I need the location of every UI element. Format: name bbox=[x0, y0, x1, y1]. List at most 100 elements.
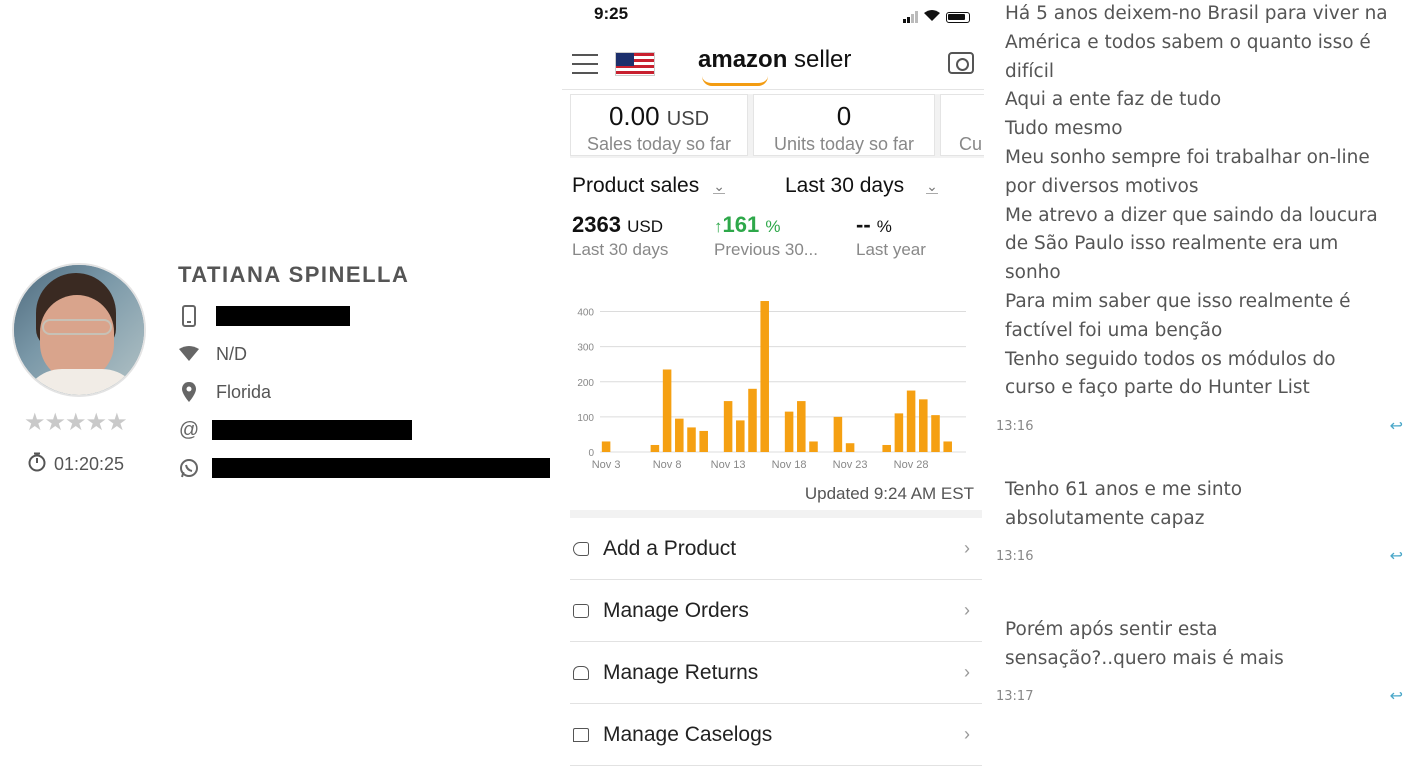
period-dropdown[interactable]: Last 30 days ⌄ bbox=[785, 174, 938, 198]
bar bbox=[699, 430, 708, 452]
call-duration: 01:20:25 bbox=[28, 452, 124, 477]
message-line: Tenho 61 anos e me sinto bbox=[1005, 479, 1243, 500]
message-line: factível foi uma benção bbox=[1005, 319, 1223, 341]
metric-value: 161 bbox=[722, 212, 760, 237]
status-icons bbox=[903, 8, 970, 26]
location-pin-icon bbox=[178, 381, 200, 403]
message-line: Para mim saber que isso realmente é bbox=[1005, 290, 1351, 312]
menu-item-add-product[interactable]: Add a Product › bbox=[570, 518, 982, 580]
message-timestamp: 13:17 bbox=[996, 689, 1034, 704]
third-card-label: Cu bbox=[959, 134, 983, 154]
bar bbox=[650, 444, 660, 452]
metric-label: Previous 30... bbox=[714, 240, 818, 259]
y-tick-label: 0 bbox=[588, 448, 594, 459]
menu-item-label: Manage Caselogs bbox=[603, 722, 773, 746]
reply-icon[interactable]: ↩ bbox=[1390, 686, 1403, 705]
menu-item-manage-orders[interactable]: Manage Orders › bbox=[570, 580, 982, 642]
y-tick-label: 400 bbox=[577, 308, 594, 319]
menu-item-manage-caselogs[interactable]: Manage Caselogs › bbox=[570, 704, 982, 766]
trend-up-icon: ↑ bbox=[714, 217, 723, 236]
x-tick-label: Nov 3 bbox=[592, 459, 621, 471]
chevron-right-icon: › bbox=[964, 724, 970, 744]
us-flag-icon[interactable] bbox=[615, 52, 655, 76]
chat-message-1: Há 5 anos deixem-no Brasil para viver na… bbox=[1005, 0, 1405, 403]
logo-suffix: seller bbox=[787, 46, 852, 73]
x-tick-label: Nov 8 bbox=[653, 459, 682, 471]
bar bbox=[662, 369, 672, 452]
reply-icon[interactable]: ↩ bbox=[1390, 416, 1403, 435]
message-line: absolutamente capaz bbox=[1005, 507, 1205, 529]
sales-today-value: 0.00 bbox=[608, 101, 660, 131]
whatsapp-row bbox=[178, 456, 550, 480]
message-line: Aqui a ente faz de tudo bbox=[1005, 89, 1222, 111]
sales-today-label: Sales today so far bbox=[586, 134, 732, 154]
bar bbox=[882, 444, 891, 452]
amazon-smile-icon bbox=[702, 76, 768, 86]
chat-message-3: Porém após sentir esta sensação?..quero … bbox=[1005, 616, 1405, 674]
signal-icon bbox=[903, 11, 918, 23]
sales-bar-chart[interactable]: 0 100 200 300 400 Nov 3 Nov 8 Nov 13 Nov 18 Nov 2… bbox=[570, 286, 976, 476]
rating-stars[interactable]: ★★★★★ bbox=[24, 408, 128, 436]
metric-previous-30: ↑161 % Previous 30... bbox=[714, 212, 818, 260]
phone-number-redacted bbox=[216, 306, 350, 326]
chevron-right-icon: › bbox=[964, 600, 970, 620]
y-tick-label: 200 bbox=[577, 378, 594, 389]
units-today-label: Units today so far bbox=[773, 134, 915, 154]
tag-icon bbox=[573, 541, 589, 556]
bar bbox=[601, 441, 611, 452]
reply-icon[interactable]: ↩ bbox=[1390, 546, 1403, 565]
menu-item-label: Manage Returns bbox=[603, 660, 759, 684]
x-tick-label: Nov 28 bbox=[894, 459, 929, 471]
menu-item-manage-returns[interactable]: Manage Returns › bbox=[570, 642, 982, 704]
x-tick-label: Nov 23 bbox=[833, 459, 868, 471]
bar bbox=[797, 401, 806, 452]
phone-row bbox=[178, 304, 350, 328]
whatsapp-redacted bbox=[212, 458, 550, 478]
period-dropdown-label: Last 30 days bbox=[785, 174, 905, 197]
message-line: América e todos sabem o quanto isso é bbox=[1005, 31, 1371, 53]
sales-today-unit: USD bbox=[666, 108, 710, 130]
caselog-icon bbox=[573, 727, 589, 742]
message-line: sensação?..quero mais é mais bbox=[1005, 647, 1284, 669]
metric-value: -- bbox=[856, 212, 871, 237]
bar bbox=[906, 390, 916, 452]
whatsapp-icon bbox=[178, 457, 200, 479]
wifi-icon bbox=[924, 8, 940, 26]
metric-dropdown[interactable]: Product sales ⌄ bbox=[572, 174, 725, 198]
chevron-right-icon: › bbox=[964, 662, 970, 682]
bar bbox=[845, 443, 855, 452]
bar bbox=[833, 416, 843, 452]
message-line: por diversos motivos bbox=[1005, 175, 1199, 197]
units-today-card[interactable]: 0 Units today so far bbox=[753, 94, 935, 156]
menu-item-label: Manage Orders bbox=[603, 598, 749, 622]
message-line: de São Paulo isso realmente era um bbox=[1005, 233, 1339, 255]
menu-icon[interactable] bbox=[572, 54, 598, 74]
message-line: curso e faço parte do Hunter List bbox=[1005, 377, 1310, 399]
camera-icon[interactable] bbox=[948, 52, 974, 74]
x-tick-label: Nov 18 bbox=[772, 459, 807, 471]
third-card-partial[interactable]: Cu bbox=[940, 94, 984, 156]
sales-today-card[interactable]: 0.00 USD Sales today so far bbox=[570, 94, 748, 156]
message-timestamp: 13:16 bbox=[996, 419, 1034, 434]
battery-icon bbox=[946, 11, 970, 23]
metric-last-year: -- % Last year bbox=[856, 212, 926, 260]
bar bbox=[809, 441, 818, 452]
message-line: Há 5 anos deixem-no Brasil para viver na bbox=[1005, 3, 1388, 24]
bar bbox=[760, 301, 769, 452]
contact-name: TATIANA SPINELLA bbox=[178, 262, 410, 287]
chevron-down-icon: ⌄ bbox=[713, 177, 725, 194]
updated-timestamp: Updated 9:24 AM EST bbox=[804, 484, 974, 503]
app-header: amazon seller bbox=[562, 36, 984, 90]
bar bbox=[748, 388, 757, 452]
chevron-right-icon: › bbox=[964, 538, 970, 558]
bar bbox=[687, 427, 696, 452]
metric-value: 2363 bbox=[572, 212, 621, 237]
metric-unit: % bbox=[765, 217, 781, 236]
metric-unit: % bbox=[876, 217, 892, 236]
bar bbox=[919, 399, 928, 452]
metric-label: Last year bbox=[856, 240, 926, 259]
avatar[interactable] bbox=[12, 263, 146, 397]
network-value: N/D bbox=[216, 343, 247, 364]
message-line: difícil bbox=[1005, 60, 1054, 82]
message-line: Tudo mesmo bbox=[1005, 118, 1123, 140]
